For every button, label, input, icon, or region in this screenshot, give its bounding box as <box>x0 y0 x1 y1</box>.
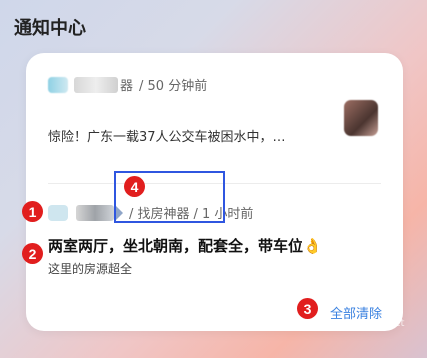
watermark-text: net <box>388 318 405 329</box>
app-icon-blurred <box>48 204 68 221</box>
annotation-marker-4: 4 <box>124 176 145 197</box>
app-name-blurred <box>74 76 118 93</box>
notification-1-header[interactable]: 器 / 50 分钟前 <box>48 75 207 94</box>
news-thumbnail-image <box>344 100 378 136</box>
notification-2-title[interactable]: 两室两厅，坐北朝南，配套全，带车位👌 <box>48 235 322 256</box>
annotation-marker-1: 1 <box>22 201 43 222</box>
annotation-marker-3: 3 <box>297 298 318 319</box>
notification-center-title: 通知中心 <box>14 18 86 39</box>
notification-1-body[interactable]: 惊险！广东一载37人公交车被困水中，… <box>48 126 286 145</box>
clear-all-button[interactable]: 全部清除 <box>330 303 382 322</box>
annotation-marker-2: 2 <box>22 243 43 264</box>
app-icon-blurred <box>48 76 68 93</box>
app-name-suffix: 器 <box>120 79 134 94</box>
app-name-blurred <box>76 204 114 221</box>
notification-2-subtitle: 这里的房源超全 <box>48 262 133 276</box>
notification-time: / 50 分钟前 <box>139 79 208 94</box>
